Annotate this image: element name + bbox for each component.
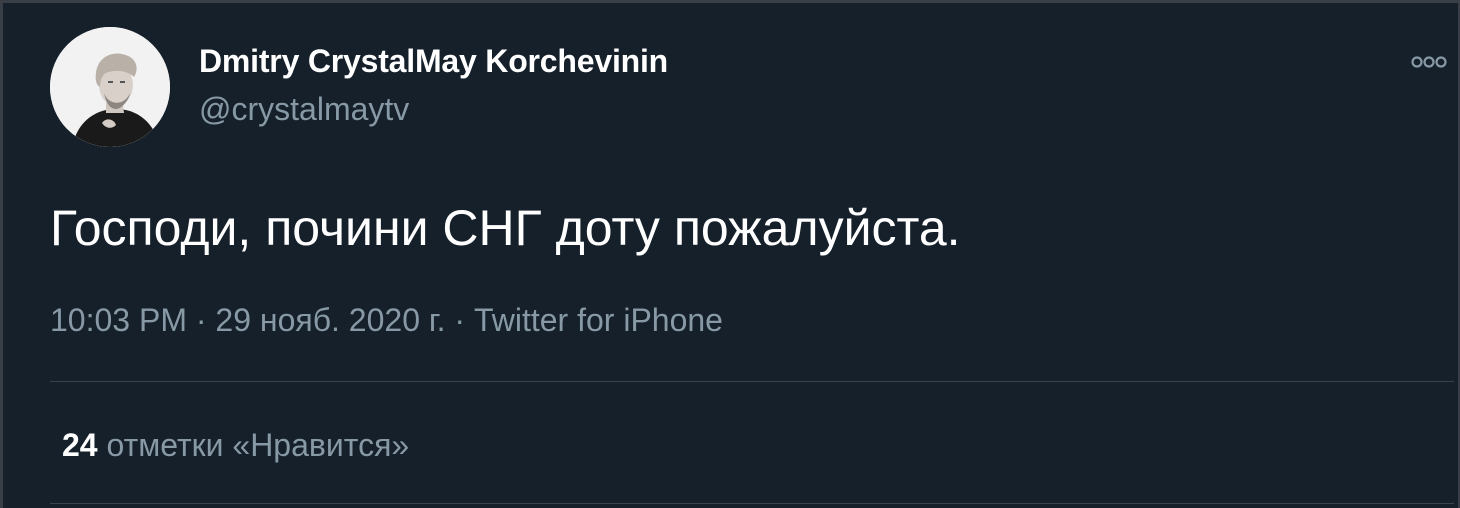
meta-separator: ·: [195, 302, 207, 338]
avatar[interactable]: [50, 27, 170, 147]
avatar-photo-icon: [50, 27, 170, 147]
tweet-date[interactable]: 29 нояб. 2020 г.: [215, 302, 445, 338]
tweet-source[interactable]: Twitter for iPhone: [474, 302, 723, 338]
tweet-card: Dmitry CrystalMay Korchevinin @crystalma…: [3, 3, 1458, 508]
divider: [50, 503, 1454, 504]
tweet-meta: 10:03 PM · 29 нояб. 2020 г. · Twitter fo…: [50, 302, 723, 339]
more-horizontal-icon: [1411, 56, 1447, 68]
likes-count: 24: [62, 427, 98, 463]
author-handle[interactable]: @crystalmaytv: [199, 91, 409, 128]
likes-label: отметки «Нравится»: [106, 427, 410, 463]
more-options-button[interactable]: [1403, 47, 1451, 77]
meta-separator: ·: [454, 302, 466, 338]
author-name[interactable]: Dmitry CrystalMay Korchevinin: [199, 43, 668, 80]
tweet-time[interactable]: 10:03 PM: [50, 302, 187, 338]
divider: [50, 381, 1454, 382]
tweet-text: Господи, почини СНГ доту пожалуйста.: [50, 200, 961, 256]
likes-link[interactable]: 24 отметки «Нравится»: [62, 427, 409, 464]
